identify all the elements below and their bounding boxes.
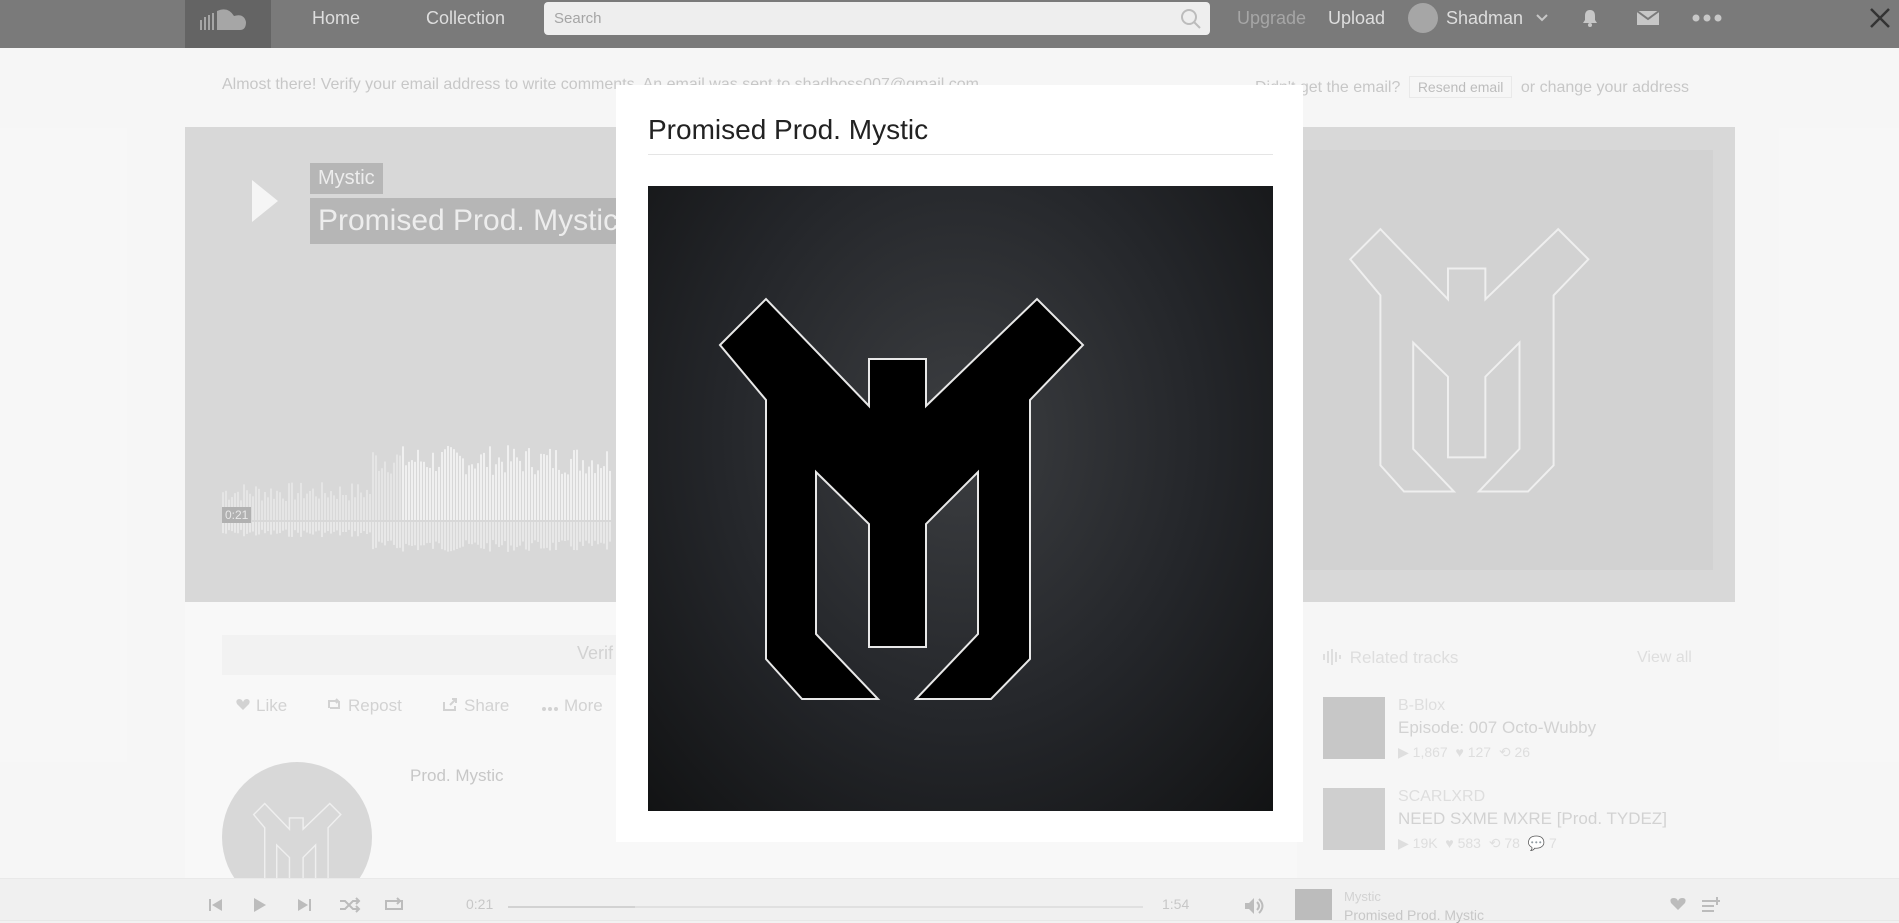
artwork-modal: Promised Prod. Mystic: [616, 85, 1303, 842]
mystic-logo-icon: [718, 297, 1085, 700]
modal-artwork: [648, 186, 1273, 811]
modal-divider: [648, 154, 1273, 155]
modal-title: Promised Prod. Mystic: [648, 114, 929, 145]
close-icon[interactable]: [1868, 6, 1892, 30]
